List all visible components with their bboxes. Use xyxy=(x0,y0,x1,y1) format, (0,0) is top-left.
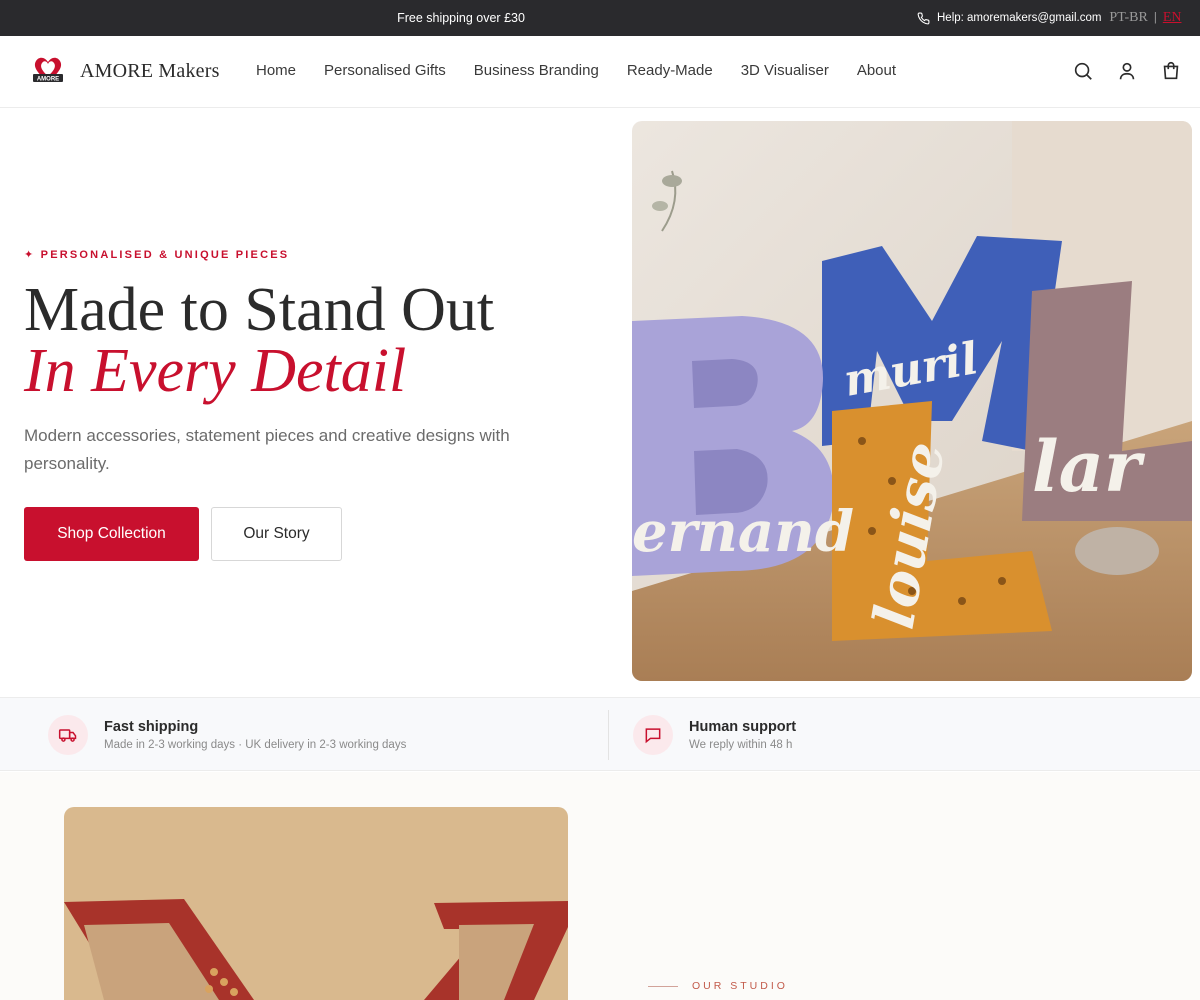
lang-pt-br[interactable]: PT-BR xyxy=(1109,10,1147,26)
feature-human-support: Human support We reply within 48 h xyxy=(633,698,796,772)
studio-label-text: OUR STUDIO xyxy=(692,980,788,992)
cart-icon[interactable] xyxy=(1160,60,1184,84)
feature-fast-shipping: Fast shipping Made in 2-3 working days ·… xyxy=(48,698,406,772)
feature-divider xyxy=(608,710,609,760)
nav-business-branding[interactable]: Business Branding xyxy=(474,62,599,79)
nav-ready-made[interactable]: Ready-Made xyxy=(627,62,713,79)
studio-image xyxy=(64,807,568,1000)
svg-text:AMORE: AMORE xyxy=(37,77,59,83)
hero-eyebrow: ✦ PERSONALISED & UNIQUE PIECES xyxy=(24,249,290,261)
our-story-button[interactable]: Our Story xyxy=(211,507,342,561)
nav-about[interactable]: About xyxy=(857,62,896,79)
lang-en[interactable]: EN xyxy=(1163,10,1182,26)
help-email[interactable]: Help: amoremakers@gmail.com xyxy=(937,12,1101,24)
phone-icon xyxy=(917,12,930,24)
hero-image-word-ernand: ernand xyxy=(632,499,854,565)
truck-icon xyxy=(48,715,88,755)
studio-label-line xyxy=(648,985,678,987)
brand-logo[interactable]: AMORE xyxy=(30,52,66,88)
feature-desc: Made in 2-3 working days · UK delivery i… xyxy=(104,739,407,751)
hero-image-word-lar: lar xyxy=(1032,425,1146,508)
chat-icon xyxy=(633,715,673,755)
nav-3d-visualiser[interactable]: 3D Visualiser xyxy=(741,62,829,79)
features-strip: Fast shipping Made in 2-3 working days ·… xyxy=(0,697,1200,771)
lang-separator: | xyxy=(1153,12,1157,24)
main-nav: Home Personalised Gifts Business Brandin… xyxy=(256,62,924,79)
hero-image: ernand louise lar muril xyxy=(632,121,1192,681)
feature-title: Fast shipping xyxy=(104,719,199,735)
feature-title: Human support xyxy=(689,719,797,735)
header-actions xyxy=(1052,60,1184,84)
site-header: AMORE AMORE Makers Home Personalised Gif… xyxy=(0,36,1200,108)
account-icon[interactable] xyxy=(1116,60,1140,84)
shop-collection-button[interactable]: Shop Collection xyxy=(24,507,199,561)
search-icon[interactable] xyxy=(1072,60,1096,84)
nav-personalised-gifts[interactable]: Personalised Gifts xyxy=(324,62,446,79)
hero-subtitle: Modern accessories, statement pieces and… xyxy=(24,426,510,473)
hero-title-line2: In Every Detail xyxy=(24,337,407,405)
announcement-bar: Free shipping over £30 Help: amoremakers… xyxy=(0,0,1200,36)
free-shipping-text: Free shipping over £30 xyxy=(397,11,525,25)
feature-desc: We reply within 48 h xyxy=(689,739,793,751)
nav-home[interactable]: Home xyxy=(256,62,296,79)
brand-name[interactable]: AMORE Makers xyxy=(80,60,220,83)
help-contact[interactable]: Help: amoremakers@gmail.com PT-BR | EN xyxy=(917,0,1181,36)
studio-label: OUR STUDIO xyxy=(648,980,788,992)
